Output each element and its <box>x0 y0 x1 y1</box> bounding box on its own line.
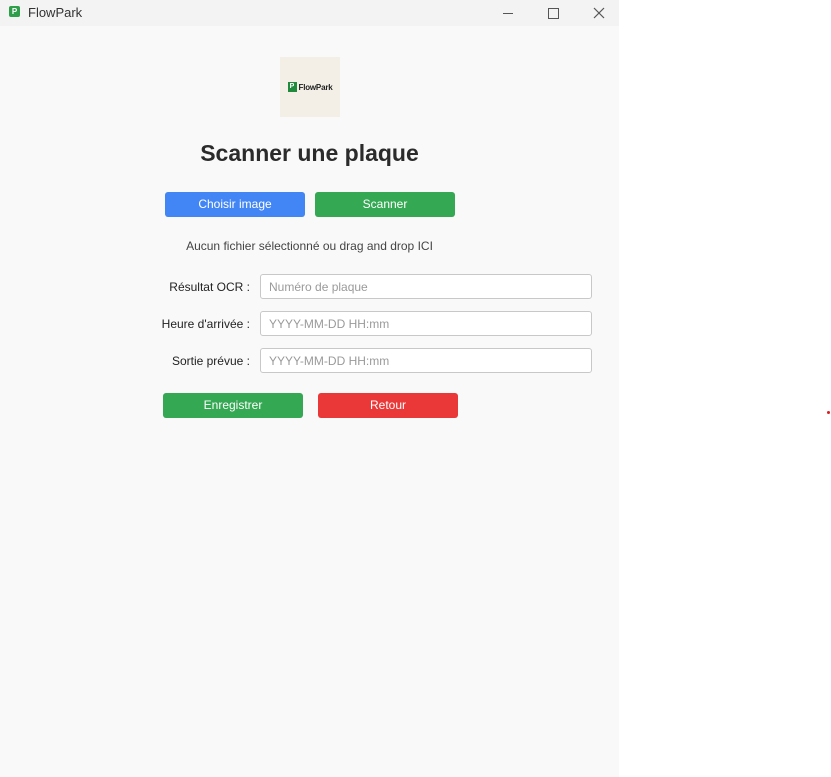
maximize-button[interactable] <box>530 0 576 26</box>
window-title: FlowPark <box>28 5 83 20</box>
back-button[interactable]: Retour <box>318 393 458 418</box>
ocr-result-label: Résultat OCR : <box>169 280 250 294</box>
logo-mark: P <box>287 82 297 92</box>
arrival-time-label: Heure d'arrivée : <box>161 317 250 331</box>
planned-exit-label: Sortie prévue : <box>171 354 250 368</box>
plate-number-input[interactable] <box>260 274 592 299</box>
choose-image-button[interactable]: Choisir image <box>165 192 305 217</box>
planned-exit-input[interactable] <box>260 348 592 373</box>
app-icon: P <box>9 6 20 17</box>
scan-button[interactable]: Scanner <box>315 192 455 217</box>
logo-text: FlowPark <box>298 82 333 92</box>
flowpark-logo: P FlowPark <box>280 57 340 117</box>
file-drop-status[interactable]: Aucun fichier sélectionné ou drag and dr… <box>0 239 619 253</box>
save-button[interactable]: Enregistrer <box>163 393 303 418</box>
close-button[interactable] <box>576 0 622 26</box>
title-bar[interactable]: P FlowPark <box>0 0 619 26</box>
app-window: P FlowPark P FlowPark Scanner une plaque… <box>0 0 619 777</box>
maximize-icon <box>547 7 559 19</box>
arrival-time-input[interactable] <box>260 311 592 336</box>
minimize-button[interactable] <box>485 0 531 26</box>
stray-dot <box>827 411 830 414</box>
minimize-icon <box>503 12 513 14</box>
page-title: Scanner une plaque <box>200 140 419 166</box>
close-icon <box>593 7 605 19</box>
